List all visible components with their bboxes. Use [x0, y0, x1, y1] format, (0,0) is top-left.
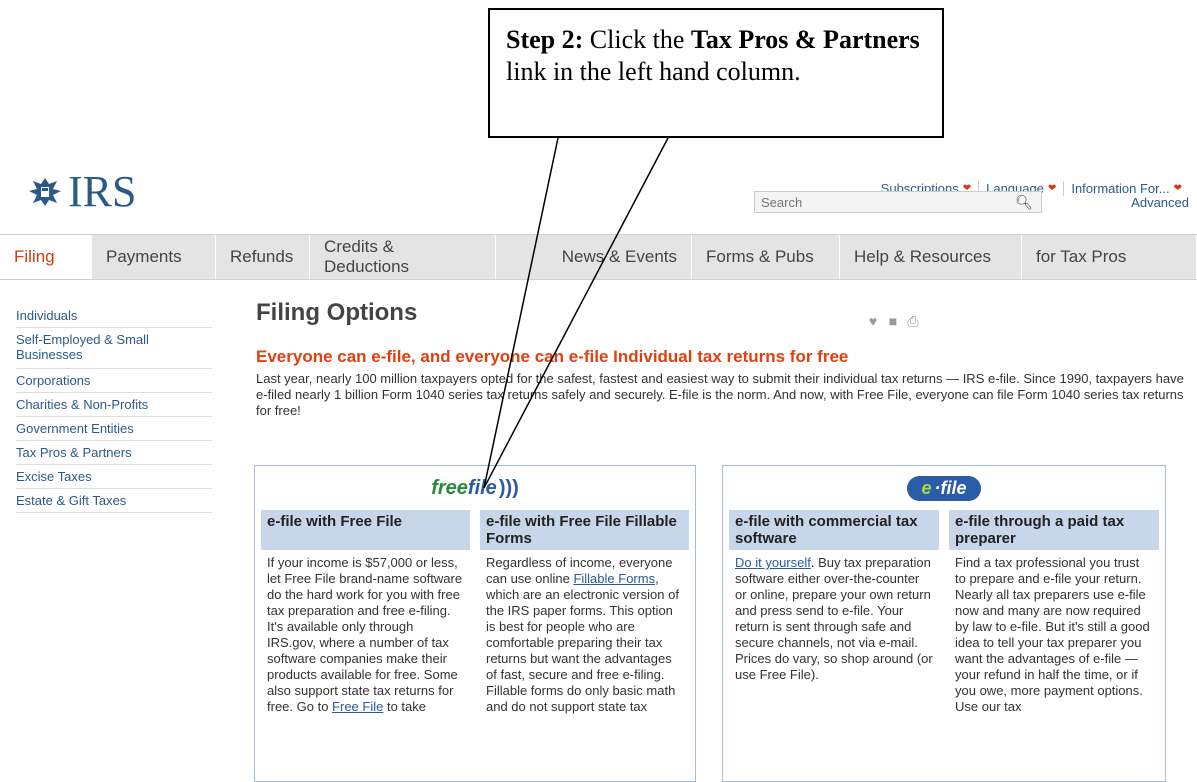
callout-text-2: link in the left hand column. — [506, 57, 801, 86]
e-file-box: e ·file e-file with commercial tax softwa… — [722, 465, 1166, 782]
freefile-logo-row: free file))) — [255, 466, 695, 510]
freefile-logo[interactable]: free file))) — [431, 477, 519, 500]
page-title: Filing Options — [256, 299, 418, 326]
col-body-text: . Buy tax preparation software either ov… — [735, 555, 933, 682]
tab-for-tax-pros[interactable]: for Tax Pros — [1022, 235, 1197, 279]
search-icon[interactable]: 🔍︎ — [1015, 194, 1033, 211]
col-paid-preparer: e-file through a paid tax preparer Find … — [949, 510, 1159, 720]
efile-logo-e: e — [921, 477, 932, 498]
free-file-link[interactable]: Free File — [332, 699, 383, 714]
advanced-search-link[interactable]: Advanced — [1131, 195, 1189, 210]
search-box: 🔍︎ — [754, 191, 1042, 213]
efile-logo-row: e ·file — [723, 466, 1165, 510]
wave-icon: ))) — [498, 476, 519, 499]
tab-news-events[interactable]: News & Events — [496, 235, 692, 279]
col-commercial-software: e-file with commercial tax software Do i… — [729, 510, 939, 720]
instruction-callout: Step 2: Click the Tax Pros & Partners li… — [488, 8, 944, 138]
tab-filing[interactable]: Filing — [0, 235, 92, 279]
callout-link-name: Tax Pros & Partners — [690, 25, 920, 54]
tab-payments[interactable]: Payments — [92, 235, 216, 279]
information-for-menu[interactable]: Information For... ❤ — [1063, 181, 1189, 196]
efile-logo-rest: ·file — [934, 477, 967, 498]
sidebar-item-excise-taxes[interactable]: Excise Taxes — [16, 465, 212, 489]
sidebar-item-government[interactable]: Government Entities — [16, 417, 212, 441]
col-body-end: to take — [383, 699, 426, 714]
col-body-text-2: , which are an electronic version of the… — [486, 571, 679, 714]
chevron-down-icon: ❤ — [1047, 183, 1057, 194]
sidebar-item-charities[interactable]: Charities & Non-Profits — [16, 393, 212, 417]
sidebar-item-individuals[interactable]: Individuals — [16, 304, 212, 328]
col-fillable-forms: e-file with Free File Fillable Forms Reg… — [480, 510, 689, 720]
headline: Everyone can e-file, and everyone can e-… — [256, 347, 849, 366]
e-file-columns: e-file with commercial tax software Do i… — [723, 510, 1165, 720]
col-heading: e-file with Free File — [261, 510, 470, 550]
do-it-yourself-link[interactable]: Do it yourself — [735, 555, 811, 570]
sidebar-item-estate-gift[interactable]: Estate & Gift Taxes — [16, 489, 212, 513]
sidebar-item-tax-pros-partners[interactable]: Tax Pros & Partners — [16, 441, 212, 465]
main-nav: Filing Payments Refunds Credits & Deduct… — [0, 234, 1197, 280]
sidebar-item-corporations[interactable]: Corporations — [16, 369, 212, 393]
efile-logo[interactable]: e ·file — [907, 475, 981, 501]
callout-step-label: Step 2: — [506, 25, 584, 54]
fillable-forms-link[interactable]: Fillable Forms — [573, 571, 655, 586]
page-tools: ♥ ■ ⎙ — [866, 313, 920, 330]
eagle-icon — [29, 177, 61, 206]
col-heading: e-file with commercial tax software — [729, 510, 939, 550]
intro-paragraph: Last year, nearly 100 million taxpayers … — [256, 371, 1184, 418]
tab-credits-deductions[interactable]: Credits & Deductions — [310, 235, 496, 279]
callout-text-1: Click the — [583, 25, 691, 54]
irs-logo[interactable]: IRS — [26, 166, 136, 217]
free-file-columns: e-file with Free File If your income is … — [255, 510, 695, 720]
logo-text: IRS — [68, 167, 137, 216]
col-body: Do it yourself. Buy tax preparation soft… — [729, 550, 939, 688]
heart-icon[interactable]: ♥ — [866, 313, 880, 329]
share-icon[interactable]: ■ — [886, 313, 900, 329]
tab-refunds[interactable]: Refunds — [216, 235, 310, 279]
chevron-down-icon: ❤ — [1173, 183, 1182, 194]
col-free-file: e-file with Free File If your income is … — [261, 510, 470, 720]
col-heading: e-file with Free File Fillable Forms — [480, 510, 689, 550]
print-icon[interactable]: ⎙ — [906, 313, 920, 329]
sidebar: Individuals Self-Employed & Small Busine… — [16, 304, 212, 513]
col-body: If your income is $57,000 or less, let F… — [261, 550, 470, 720]
col-body: Regardless of income, everyone can use o… — [480, 550, 689, 720]
free-file-box: free file))) e-file with Free File If you… — [254, 465, 696, 782]
col-body: Find a tax professional you trust to pre… — [955, 555, 1150, 714]
freefile-logo-part1: free — [431, 476, 468, 499]
search-input[interactable] — [761, 194, 991, 210]
information-for-label: Information For... — [1071, 181, 1170, 196]
tab-forms-pubs[interactable]: Forms & Pubs — [692, 235, 840, 279]
tab-help-resources[interactable]: Help & Resources — [840, 235, 1022, 279]
freefile-logo-part2: file — [467, 476, 497, 499]
col-heading: e-file through a paid tax preparer — [949, 510, 1159, 550]
sidebar-item-self-employed[interactable]: Self-Employed & Small Businesses — [16, 328, 212, 369]
col-body-text: If your income is $57,000 or less, let F… — [267, 555, 463, 714]
